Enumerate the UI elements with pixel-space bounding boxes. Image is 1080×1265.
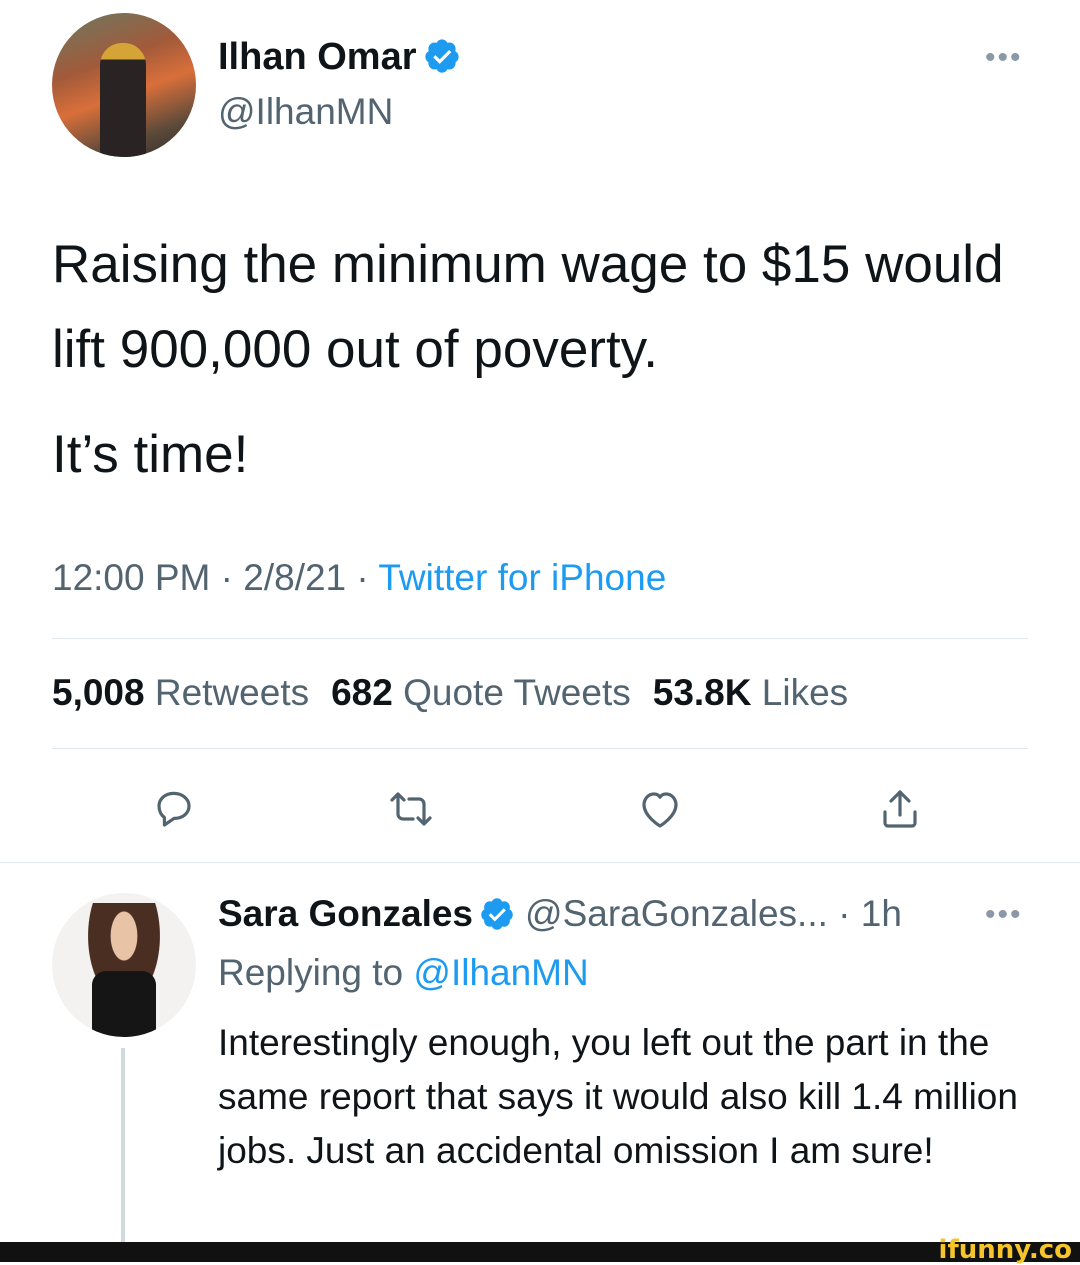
tweet-text-paragraph: Raising the minimum wage to $15 would li… [52,235,1004,379]
retweet-icon[interactable] [387,785,435,833]
retweets-count: 5,008 [52,672,145,713]
author-name[interactable]: Ilhan Omar [218,36,417,78]
tweet-date[interactable]: 2/8/21 [243,557,346,598]
meta-separator: · [346,557,379,598]
likes-label: Likes [761,672,849,713]
meta-separator: · [210,557,244,598]
reply-text: Interestingly enough, you left out the p… [218,1022,1018,1171]
reply-header: Sara Gonzales @SaraGonzales... · 1h [218,890,902,938]
more-options-icon[interactable]: ••• [985,900,1023,930]
watermark-bar [0,1242,1080,1262]
replying-prefix: Replying to [218,952,404,993]
reply-icon[interactable] [150,785,198,833]
tweet-time[interactable]: 12:00 PM [52,557,210,598]
divider [52,638,1028,639]
avatar-figure [100,43,146,157]
thread-line [121,1048,125,1242]
reply-time[interactable]: 1h [861,893,902,934]
author-avatar[interactable] [52,13,196,157]
avatar-figure [92,971,156,1037]
quotes-label: Quote Tweets [403,672,631,713]
divider [0,862,1080,863]
quotes-count: 682 [331,672,393,713]
replying-to: Replying to @IlhanMN [218,948,589,998]
author-name-row[interactable]: Ilhan Omar [218,35,461,79]
tweet-text: Raising the minimum wage to $15 would li… [52,222,1012,497]
watermark-logo: ifunny.co [938,1235,1072,1265]
reply-author-handle[interactable]: @SaraGonzales... [525,893,828,934]
retweets-label: Retweets [154,672,310,713]
reply-author-avatar[interactable] [52,893,196,1037]
likes-count: 53.8K [652,672,752,713]
verified-badge-icon [424,39,459,73]
reply-author-name[interactable]: Sara Gonzales [218,893,473,934]
verified-badge-icon [481,898,513,930]
like-icon[interactable] [636,785,684,833]
tweet-source[interactable]: Twitter for iPhone [378,557,666,598]
tweet-stats: 5,008 Retweets 682 Quote Tweets 53.8K Like… [52,668,848,718]
replying-to-handle[interactable]: @IlhanMN [413,952,588,993]
divider [52,748,1028,749]
retweets-stat[interactable]: 5,008 Retweets [52,672,309,713]
likes-stat[interactable]: 53.8K Likes [653,672,848,713]
meta-separator: · [827,893,861,934]
author-handle[interactable]: @IlhanMN [218,90,393,134]
tweet-meta: 12:00 PM · 2/8/21 · Twitter for iPhone [52,553,666,603]
tweet-text-paragraph: It’s time! [52,425,249,484]
quotes-stat[interactable]: 682 Quote Tweets [331,672,631,713]
share-icon[interactable] [876,785,924,833]
more-options-icon[interactable]: ••• [985,43,1023,73]
